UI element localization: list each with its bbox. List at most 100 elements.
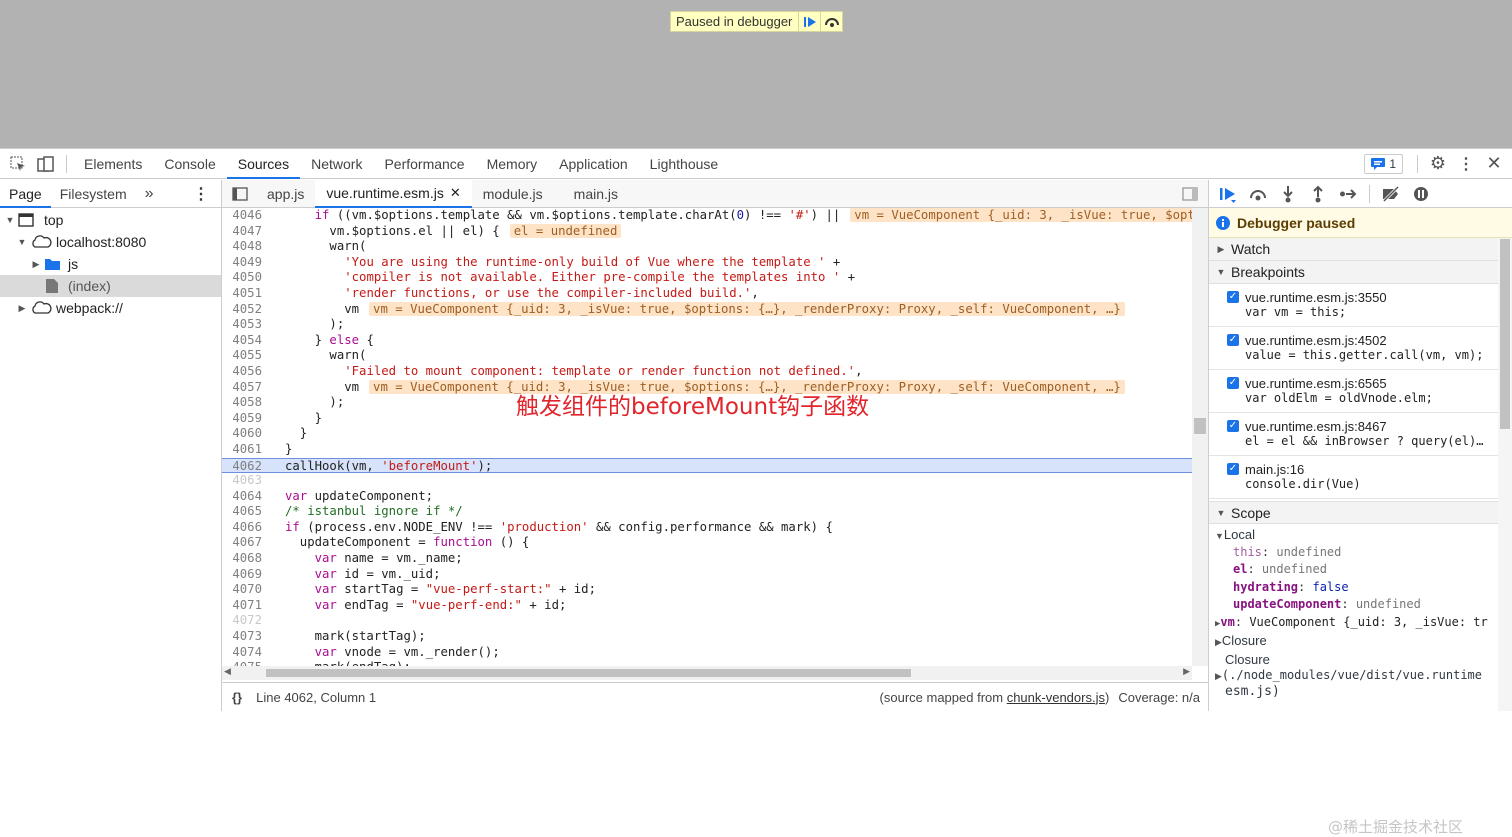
scroll-thumb[interactable] [266,669,911,677]
line-number[interactable]: 4055 [222,348,266,364]
line-number[interactable]: 4074 [222,645,266,661]
code-line[interactable]: 4053 ); [222,317,1192,333]
code-line[interactable]: 4065 /* istanbul ignore if */ [222,504,1192,520]
scope-variable[interactable]: hydrating: false [1209,579,1512,596]
tree-item-localhost[interactable]: ▼ localhost:8080 [0,231,221,253]
code-line[interactable]: 4063 [222,473,1192,489]
sidebar-scrollbar[interactable] [1498,239,1512,711]
code-line[interactable]: 4070 var startTag = "vue-perf-start:" + … [222,582,1192,598]
scroll-left-icon[interactable]: ◀ [224,667,231,677]
code-line[interactable]: 4073 mark(startTag); [222,629,1192,645]
scroll-thumb[interactable] [1500,239,1510,429]
line-number[interactable]: 4071 [222,598,266,614]
close-devtools-icon[interactable]: ✕ [1480,150,1508,178]
line-number[interactable]: 4049 [222,255,266,271]
line-number[interactable]: 4052 [222,302,266,318]
line-number[interactable]: 4048 [222,239,266,255]
file-tab-app-js[interactable]: app.js [256,180,315,208]
line-number[interactable]: 4062 [222,459,266,473]
scope-section-header[interactable]: ▼ Scope [1209,501,1512,524]
line-number[interactable]: 4064 [222,489,266,505]
settings-gear-icon[interactable]: ⚙ [1424,150,1452,178]
breakpoint-checkbox[interactable]: ✓ [1227,334,1239,346]
tree-item-js[interactable]: ▶ js [0,253,221,275]
line-number[interactable]: 4054 [222,333,266,349]
breakpoint-location[interactable]: vue.runtime.esm.js:3550 [1245,290,1512,305]
more-options-icon[interactable]: ⋮ [1452,150,1480,178]
scope-variable[interactable]: updateComponent: undefined [1209,596,1512,613]
line-number[interactable]: 4068 [222,551,266,567]
tab-memory[interactable]: Memory [476,149,549,179]
breakpoint-checkbox[interactable]: ✓ [1227,463,1239,475]
code-area[interactable]: 4046 if ((vm.$options.template && vm.$op… [222,208,1192,666]
line-number[interactable]: 4067 [222,535,266,551]
line-number[interactable]: 4073 [222,629,266,645]
expand-right-icon[interactable]: ▶ [1215,671,1222,681]
line-number[interactable]: 4072 [222,613,266,629]
code-line[interactable]: 4047 vm.$options.el || el) {el = undefin… [222,223,1192,240]
line-number[interactable]: 4066 [222,520,266,536]
code-line[interactable]: 4048 warn( [222,239,1192,255]
inspect-element-icon[interactable] [4,150,32,178]
expand-down-icon[interactable]: ▼ [1215,508,1227,518]
code-line[interactable]: 4049 'You are using the runtime-only bui… [222,255,1192,271]
line-number[interactable]: 4058 [222,395,266,411]
device-toolbar-icon[interactable] [32,150,60,178]
pretty-print-button[interactable]: {} [222,690,256,705]
line-number[interactable]: 4070 [222,582,266,598]
code-line[interactable]: 4055 warn( [222,348,1192,364]
breakpoint-item[interactable]: ✓ vue.runtime.esm.js:6565 var oldElm = o… [1209,370,1512,413]
line-number[interactable]: 4047 [222,224,266,240]
breakpoint-location[interactable]: vue.runtime.esm.js:8467 [1245,419,1512,434]
watch-section-header[interactable]: ▶ Watch [1209,238,1512,261]
line-number[interactable]: 4065 [222,504,266,520]
line-number[interactable]: 4057 [222,380,266,396]
code-line[interactable]: 4056 'Failed to mount component: templat… [222,364,1192,380]
tab-sources[interactable]: Sources [226,149,301,179]
deactivate-breakpoints-button[interactable] [1376,180,1406,208]
breakpoint-location[interactable]: vue.runtime.esm.js:6565 [1245,376,1512,391]
expand-right-icon[interactable]: ▶ [1215,244,1227,255]
code-line[interactable]: 4061} [222,442,1192,458]
breakpoint-checkbox[interactable]: ✓ [1227,377,1239,389]
breakpoint-location[interactable]: vue.runtime.esm.js:4502 [1245,333,1512,348]
step-out-button[interactable] [1303,180,1333,208]
line-number[interactable]: 4051 [222,286,266,302]
toggle-navigator-icon[interactable] [222,186,256,201]
file-tab-vue-runtime[interactable]: vue.runtime.esm.js ✕ [315,179,472,208]
file-tab-module-js[interactable]: module.js [472,180,554,208]
line-number[interactable]: 4059 [222,411,266,427]
scroll-right-icon[interactable]: ▶ [1183,667,1190,677]
tree-item-index[interactable]: (index) [0,275,221,297]
breakpoint-location[interactable]: main.js:16 [1245,462,1512,477]
code-line[interactable]: 4072 [222,613,1192,629]
close-tab-icon[interactable]: ✕ [450,179,461,207]
breakpoint-checkbox[interactable]: ✓ [1227,420,1239,432]
code-line[interactable]: 4066 if (process.env.NODE_ENV !== 'produc… [222,520,1192,536]
tab-page[interactable]: Page [0,180,51,208]
code-line[interactable]: 4071 var endTag = "vue-perf-end:" + id; [222,598,1192,614]
line-number[interactable]: 4063 [222,473,266,489]
scope-variable[interactable]: el: undefined [1209,561,1512,578]
tab-filesystem[interactable]: Filesystem [51,180,136,208]
code-line[interactable]: 4051 'render functions, or use the compi… [222,286,1192,302]
scroll-thumb[interactable] [1194,418,1206,434]
tab-lighthouse[interactable]: Lighthouse [639,149,730,179]
expand-down-icon[interactable]: ▼ [16,237,28,247]
expand-down-icon[interactable]: ▼ [1215,531,1224,541]
breakpoints-section-header[interactable]: ▼ Breakpoints [1209,261,1512,284]
tree-item-webpack[interactable]: ▶ webpack:// [0,297,221,319]
tab-application[interactable]: Application [548,149,639,179]
vertical-scrollbar[interactable] [1192,208,1208,666]
code-line[interactable]: 4068 var name = vm._name; [222,551,1192,567]
scope-variable[interactable]: this: undefined [1209,544,1512,561]
tab-elements[interactable]: Elements [73,149,153,179]
code-line[interactable]: 4054 } else { [222,333,1192,349]
step-button[interactable] [1333,180,1363,208]
step-over-overlay-button[interactable] [820,12,842,31]
breakpoint-item[interactable]: ✓ vue.runtime.esm.js:3550 var vm = this; [1209,284,1512,327]
expand-right-icon[interactable]: ▶ [16,303,28,314]
code-line-current[interactable]: 4062 callHook(vm, 'beforeMount'); [222,457,1192,474]
scope-closure-module[interactable]: Closure ▶(./node_modules/vue/dist/vue.ru… [1209,652,1512,699]
source-mapped-link[interactable]: chunk-vendors.js [1007,690,1105,705]
